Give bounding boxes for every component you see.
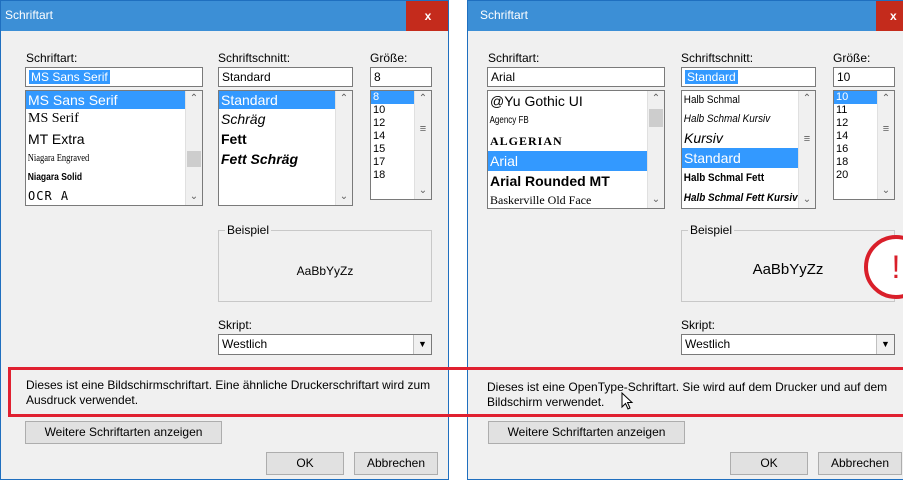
scroll-up-icon[interactable]: ⌃ [186,91,202,107]
list-item[interactable]: Standard [219,91,352,109]
scroll-up-icon[interactable]: ⌃ [799,91,815,107]
font-input[interactable]: MS Sans Serif [25,67,203,87]
font-label: Schriftart: [488,51,540,65]
scroll-down-icon[interactable]: ⌄ [336,189,352,205]
list-item[interactable]: Standard [682,148,815,168]
list-item[interactable]: ALGERIAN [488,131,664,151]
ok-button[interactable]: OK [266,452,344,475]
sample-group: Beispiel AaBbYyZz [681,223,895,302]
list-item[interactable]: Niagara Engraved [26,149,176,168]
script-select[interactable]: Westlich ▼ [218,334,432,355]
sample-text: AaBbYyZz [296,264,354,278]
list-item[interactable]: Halb Schmal Fett Kursiv [682,188,802,208]
close-button[interactable]: x [876,1,903,31]
ok-button[interactable]: OK [730,452,808,475]
size-input[interactable]: 10 [833,67,895,87]
font-list-scrollbar[interactable]: ⌃ ⌄ [647,91,664,208]
grip-icon[interactable]: ≡ [415,121,431,137]
style-label: Schriftschnitt: [218,51,291,65]
style-list-scrollbar[interactable]: ⌃ ≡ ⌄ [798,91,815,208]
font-label: Schriftart: [26,51,78,65]
list-item[interactable]: Schräg [219,109,352,129]
style-list[interactable]: Halb Schmal Halb Schmal Kursiv Kursiv St… [681,90,816,209]
more-fonts-button[interactable]: Weitere Schriftarten anzeigen [488,421,685,444]
description-highlight-frame [8,367,903,417]
scroll-down-icon[interactable]: ⌄ [186,189,202,205]
style-input[interactable]: Standard [218,67,353,87]
scroll-down-icon[interactable]: ⌄ [648,192,664,208]
dropdown-arrow-icon[interactable]: ▼ [413,335,431,354]
title-bar: Schriftart x [468,1,903,31]
warning-mark: ! [891,249,901,285]
font-list[interactable]: @Yu Gothic UI Agency FB ALGERIAN Arial A… [487,90,665,209]
size-list-scrollbar[interactable]: ⌃ ≡ ⌄ [877,91,894,199]
size-input[interactable]: 8 [370,67,432,87]
size-label: Größe: [370,51,408,65]
script-label: Skript: [218,318,253,332]
list-item[interactable]: Fett Schräg [219,149,352,169]
font-input[interactable]: Arial [487,67,665,87]
list-item[interactable]: Niagara Solid [26,168,176,187]
dialog-title: Schriftart [480,8,529,22]
style-input-value: Standard [685,70,738,84]
close-button[interactable]: x [406,1,448,31]
size-label: Größe: [833,51,871,65]
list-item[interactable]: Halb Schmal [682,91,802,110]
list-item[interactable]: Agency FB [488,111,629,131]
style-input[interactable]: Standard [681,67,816,87]
list-item[interactable]: Baskerville Old Face [488,191,664,208]
size-list[interactable]: 8 10 12 14 15 17 18 ⌃ ≡ ⌄ [370,90,432,200]
scroll-thumb[interactable] [187,151,201,167]
script-value: Westlich [222,337,268,351]
font-list-scrollbar[interactable]: ⌃ ⌄ [185,91,202,205]
scroll-down-icon[interactable]: ⌄ [799,192,815,208]
dropdown-arrow-icon[interactable]: ▼ [876,335,894,354]
scroll-thumb[interactable] [649,109,663,127]
scroll-down-icon[interactable]: ⌄ [878,183,894,199]
sample-label: Beispiel [688,223,735,237]
font-input-value: MS Sans Serif [29,70,110,84]
list-item[interactable]: Fett [219,129,352,149]
scroll-up-icon[interactable]: ⌃ [336,91,352,107]
style-list-scrollbar[interactable]: ⌃ ⌄ [335,91,352,205]
script-value: Westlich [685,337,731,351]
list-item[interactable]: Arial [488,151,664,171]
size-list-scrollbar[interactable]: ⌃ ≡ ⌄ [414,91,431,199]
list-item[interactable]: MS Sans Serif [26,91,202,109]
list-item[interactable]: MS Serif [26,109,202,129]
list-item[interactable]: OCR A [26,187,202,205]
cancel-button[interactable]: Abbrechen [818,452,902,475]
grip-icon[interactable]: ≡ [878,121,894,137]
title-bar: Schriftart x [1,1,448,31]
list-item[interactable]: Halb Schmal Kursiv [682,110,802,129]
cancel-button[interactable]: Abbrechen [354,452,438,475]
script-label: Skript: [681,318,716,332]
list-item[interactable]: Kursiv [682,129,815,148]
sample-group: Beispiel AaBbYyZz [218,223,432,302]
grip-icon[interactable]: ≡ [799,131,815,147]
list-item[interactable]: MT Extra [26,129,202,149]
scroll-up-icon[interactable]: ⌃ [648,91,664,107]
size-list[interactable]: 10 11 12 14 16 18 20 ⌃ ≡ ⌄ [833,90,895,200]
style-label: Schriftschnitt: [681,51,754,65]
list-item[interactable]: Arial Rounded MT [488,171,664,191]
more-fonts-button[interactable]: Weitere Schriftarten anzeigen [25,421,222,444]
style-list[interactable]: Standard Schräg Fett Fett Schräg ⌃ ⌄ [218,90,353,206]
list-item[interactable]: Halb Schmal Fett [682,168,802,188]
sample-label: Beispiel [225,223,272,237]
dialog-title: Schriftart [5,8,54,22]
script-select[interactable]: Westlich ▼ [681,334,895,355]
scroll-up-icon[interactable]: ⌃ [415,91,431,107]
font-list[interactable]: MS Sans Serif MS Serif MT Extra Niagara … [25,90,203,206]
sample-text: AaBbYyZz [752,261,824,278]
mouse-cursor-icon [621,392,634,410]
scroll-down-icon[interactable]: ⌄ [415,183,431,199]
scroll-up-icon[interactable]: ⌃ [878,91,894,107]
list-item[interactable]: @Yu Gothic UI [488,91,664,111]
